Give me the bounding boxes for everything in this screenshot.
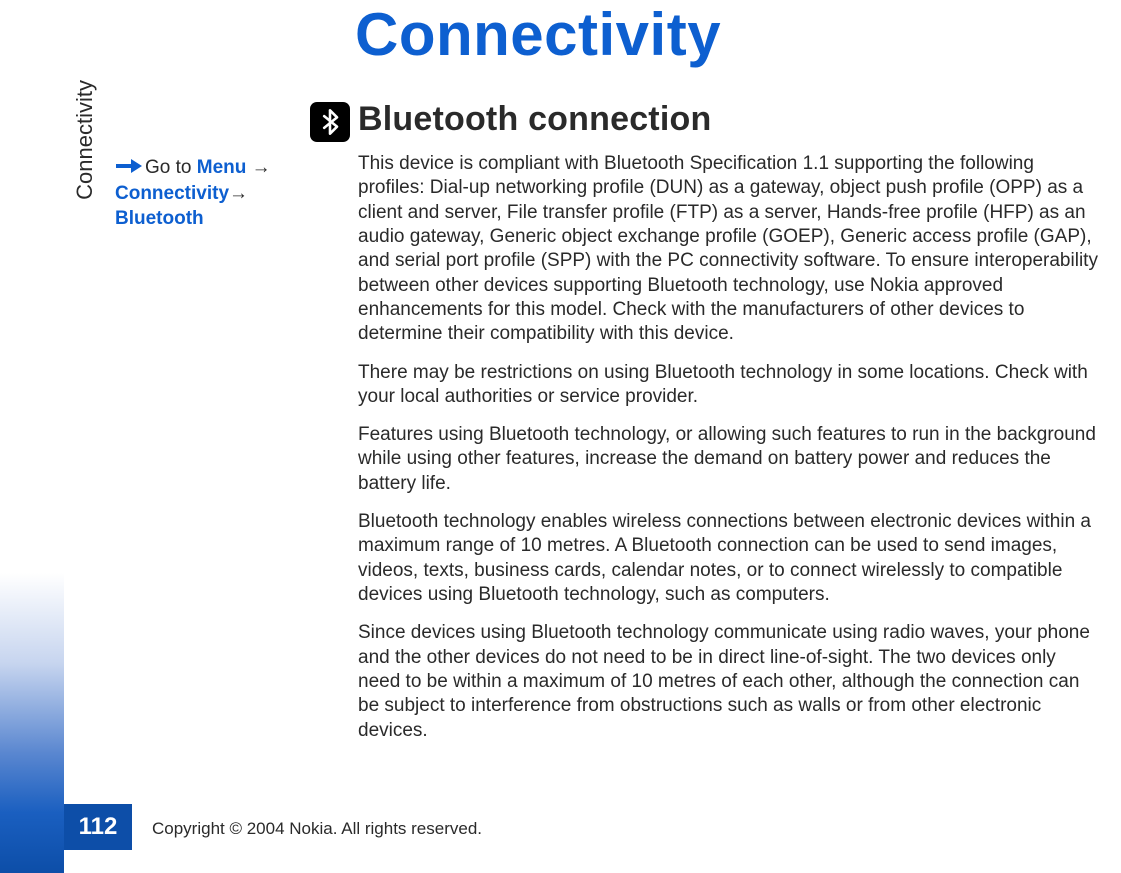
copyright-text: Copyright © 2004 Nokia. All rights reser… [152,819,482,839]
callout-bluetooth: Bluetooth [115,208,204,229]
paragraph-2: There may be restrictions on using Bluet… [358,361,1098,410]
page-title: Connectivity [355,0,721,69]
callout-arrow-1: → [246,157,270,178]
navigation-callout: Go to Menu →Connectivity→Bluetooth [115,155,295,232]
arrow-right-icon [115,157,143,175]
page-margin-gradient [0,573,64,873]
paragraph-1: This device is compliant with Bluetooth … [358,152,1098,347]
body-text: This device is compliant with Bluetooth … [358,152,1098,757]
page-number: 112 [79,813,118,841]
paragraph-5: Since devices using Bluetooth technology… [358,621,1098,743]
callout-goto: Go to [145,157,197,178]
section-heading: Bluetooth connection [358,100,711,139]
bluetooth-icon [310,102,350,142]
page-number-box: 112 [64,804,132,850]
paragraph-3: Features using Bluetooth technology, or … [358,423,1098,496]
sidebar-section-label: Connectivity [72,80,98,200]
callout-connectivity: Connectivity [115,183,229,204]
callout-arrow-2: → [229,183,248,204]
paragraph-4: Bluetooth technology enables wireless co… [358,510,1098,607]
callout-menu: Menu [197,157,247,178]
